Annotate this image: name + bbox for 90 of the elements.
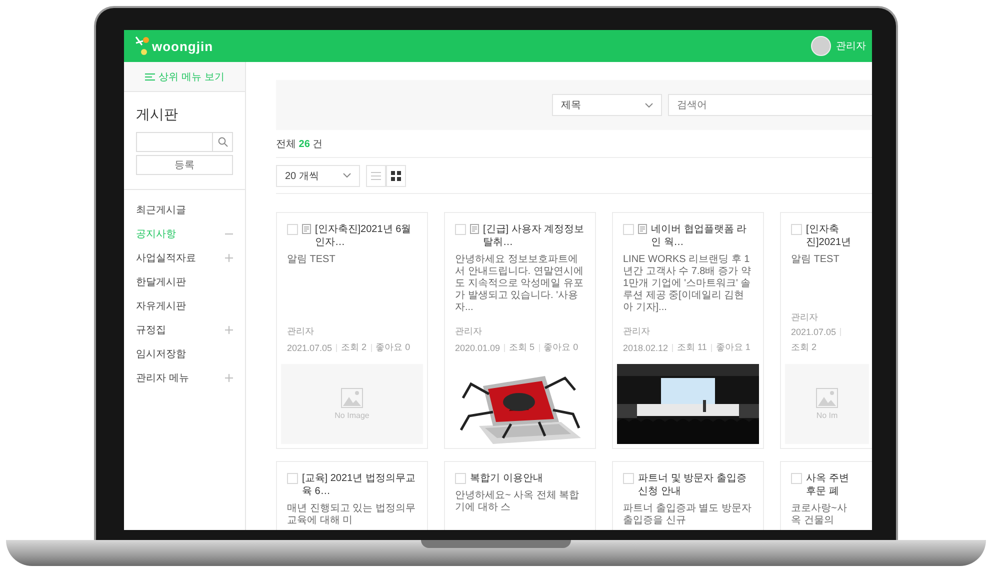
post-author: 관리자 bbox=[623, 325, 651, 338]
post-card[interactable]: [긴급] 사용자 계정정보 탈취… 안녕하세요 정보보호파트에서 안내드립니다. 연말연시에도 지속적으로 악성메일 유포가 발생되고 있습니다. '사용자... 관리자 2020.01.09 조회 5 좋아요 0 bbox=[444, 212, 596, 449]
total-count: 전체 26 건 bbox=[276, 138, 323, 150]
post-excerpt: 알림 TEST bbox=[791, 254, 840, 266]
post-excerpt: 코로사랑~사옥 건물의 bbox=[791, 503, 848, 527]
menu-label: 규정집 bbox=[136, 324, 166, 337]
menu-item[interactable]: 규정집 bbox=[136, 318, 233, 342]
menu-label: 최근게시글 bbox=[136, 204, 186, 217]
avatar[interactable] bbox=[811, 36, 831, 56]
post-title[interactable]: 파트너 및 방문자 출입증 신청 안내 bbox=[638, 472, 753, 498]
post-title[interactable]: [교육] 2021년 법정의무교육 6… bbox=[302, 472, 417, 498]
post-title[interactable]: [긴급] 사용자 계정정보 탈취… bbox=[483, 223, 585, 249]
field-select[interactable]: 제목 bbox=[552, 94, 662, 116]
plus-icon[interactable] bbox=[225, 254, 233, 262]
page-size-select[interactable]: 20 개씩 bbox=[276, 164, 360, 186]
search-field[interactable] bbox=[136, 132, 213, 152]
checkbox[interactable] bbox=[287, 473, 298, 484]
menu-icon bbox=[144, 72, 155, 80]
checkbox[interactable] bbox=[791, 473, 802, 484]
post-date: 2020.01.09 bbox=[455, 342, 500, 352]
view-count: 조회 2 bbox=[341, 341, 367, 354]
post-excerpt: 알림 TEST bbox=[287, 254, 336, 266]
checkbox[interactable] bbox=[455, 473, 466, 484]
logo-icon bbox=[134, 35, 150, 57]
document-icon bbox=[638, 224, 647, 234]
post-author: 관리자 bbox=[791, 311, 819, 324]
menu-item[interactable]: 최근게시글 bbox=[136, 198, 233, 222]
post-card[interactable]: 사옥 주변 후문 폐 코로사랑~사옥 건물의 bbox=[780, 461, 872, 530]
post-card[interactable]: 복합기 이용안내 안녕하세요~ 사옥 전체 복합기에 대하 스 bbox=[444, 461, 596, 530]
post-excerpt: 안녕하세요 정보보호파트에서 안내드립니다. 연말연시에도 지속적으로 악성메일 유포가 발생되고 있습니다. '사용자... bbox=[455, 254, 584, 314]
grid-icon bbox=[391, 170, 401, 180]
post-excerpt: LINE WORKS 리브랜딩 후 1년간 고객사 수 7.8배 증가 약 1만개 기업에 '스마트워크' 솔루션 제공 중[이데일리 김현아 기자]... bbox=[623, 254, 752, 314]
post-date: 2021.07.05 bbox=[791, 327, 836, 337]
image-icon bbox=[816, 388, 838, 408]
image-icon bbox=[341, 388, 363, 408]
like-count: 좋아요 0 bbox=[544, 341, 578, 354]
board-title: 게시판 bbox=[135, 105, 179, 124]
menu-label: 사업실적자료 bbox=[136, 252, 196, 265]
keyword-field[interactable]: 검색어 bbox=[668, 94, 872, 116]
menu-item[interactable]: 임시저장함 bbox=[136, 342, 233, 366]
view-count: 조회 11 bbox=[677, 341, 707, 354]
plus-icon[interactable] bbox=[225, 374, 233, 382]
post-card[interactable]: [인자축진]2021년 알림 TEST 관리자 2021.07.05 조회 2 No Im bbox=[780, 212, 872, 449]
post-card[interactable]: [교육] 2021년 법정의무교육 6… 매년 진행되고 있는 법정의무교육에 대해 미 bbox=[276, 461, 428, 530]
menu-label: 한달게시판 bbox=[136, 276, 186, 289]
menu-item[interactable]: 관리자 메뉴 bbox=[136, 366, 233, 390]
checkbox[interactable] bbox=[623, 224, 634, 235]
post-title[interactable]: [인자축진]2021년 6월 인자… bbox=[315, 223, 417, 249]
post-card[interactable]: [인자축진]2021년 6월 인자… 알림 TEST 관리자 2021.07.05 조회 2 좋아요 0 No Image bbox=[276, 212, 428, 449]
document-icon bbox=[470, 224, 479, 234]
checkbox[interactable] bbox=[623, 473, 634, 484]
post-excerpt: 매년 진행되고 있는 법정의무교육에 대해 미 bbox=[287, 503, 416, 527]
view-toggle[interactable] bbox=[366, 164, 386, 186]
menu-label: 임시저장함 bbox=[136, 348, 186, 361]
post-title[interactable]: 복합기 이용안내 bbox=[470, 472, 543, 485]
plus-icon[interactable] bbox=[225, 326, 233, 334]
view-count: 조회 2 bbox=[791, 341, 817, 354]
checkbox[interactable] bbox=[455, 224, 466, 235]
checkbox[interactable] bbox=[287, 224, 298, 235]
menu-item[interactable]: 한달게시판 bbox=[136, 270, 233, 294]
post-date: 2018.02.12 bbox=[623, 342, 668, 352]
post-excerpt: 안녕하세요~ 사옥 전체 복합기에 대하 스 bbox=[455, 490, 580, 514]
no-image-label: No Im bbox=[816, 411, 838, 420]
chevron-icon bbox=[343, 173, 351, 178]
menu-item[interactable]: 자유게시판 bbox=[136, 294, 233, 318]
view-count: 조회 5 bbox=[509, 341, 535, 354]
menu-label: 자유게시판 bbox=[136, 300, 186, 313]
post-date: 2021.07.05 bbox=[287, 342, 332, 352]
post-title[interactable]: 네이버 협업플랫폼 라인 웍… bbox=[651, 223, 753, 249]
register-button[interactable]: 등록 bbox=[136, 155, 233, 175]
post-card[interactable]: 파트너 및 방문자 출입증 신청 안내 파트너 출입증과 별도 방문자 출입증을 신규 bbox=[612, 461, 764, 530]
like-count: 좋아요 1 bbox=[716, 341, 750, 354]
list-icon bbox=[371, 170, 381, 180]
checkbox[interactable] bbox=[791, 224, 802, 235]
menu-label: 관리자 메뉴 bbox=[136, 372, 189, 385]
menu-label: 공지사항 bbox=[136, 228, 176, 241]
menu-item[interactable]: 사업실적자료 bbox=[136, 246, 233, 270]
post-author: 관리자 bbox=[455, 325, 483, 338]
search-button[interactable] bbox=[213, 132, 233, 152]
post-excerpt: 파트너 출입증과 별도 방문자 출입증을 신규 bbox=[623, 503, 752, 527]
post-author: 관리자 bbox=[287, 325, 315, 338]
chevron-icon bbox=[645, 102, 653, 108]
view-toggle[interactable] bbox=[386, 164, 406, 186]
like-count: 좋아요 0 bbox=[376, 341, 410, 354]
search-icon bbox=[218, 137, 228, 147]
post-title[interactable]: 사옥 주변 후문 폐 bbox=[806, 472, 855, 498]
document-icon bbox=[302, 224, 311, 234]
no-image-label: No Image bbox=[334, 411, 370, 420]
post-card[interactable]: 네이버 협업플랫폼 라인 웍… LINE WORKS 리브랜딩 후 1년간 고객사 수 7.8배 증가 약 1만개 기업에 '스마트워크' 솔루션 제공 중[이데일리 김현아 기자]... 관리자 2018.02.12 조회 11 좋아요 1 bbox=[612, 212, 764, 449]
post-title[interactable]: [인자축진]2021년 bbox=[806, 223, 855, 249]
